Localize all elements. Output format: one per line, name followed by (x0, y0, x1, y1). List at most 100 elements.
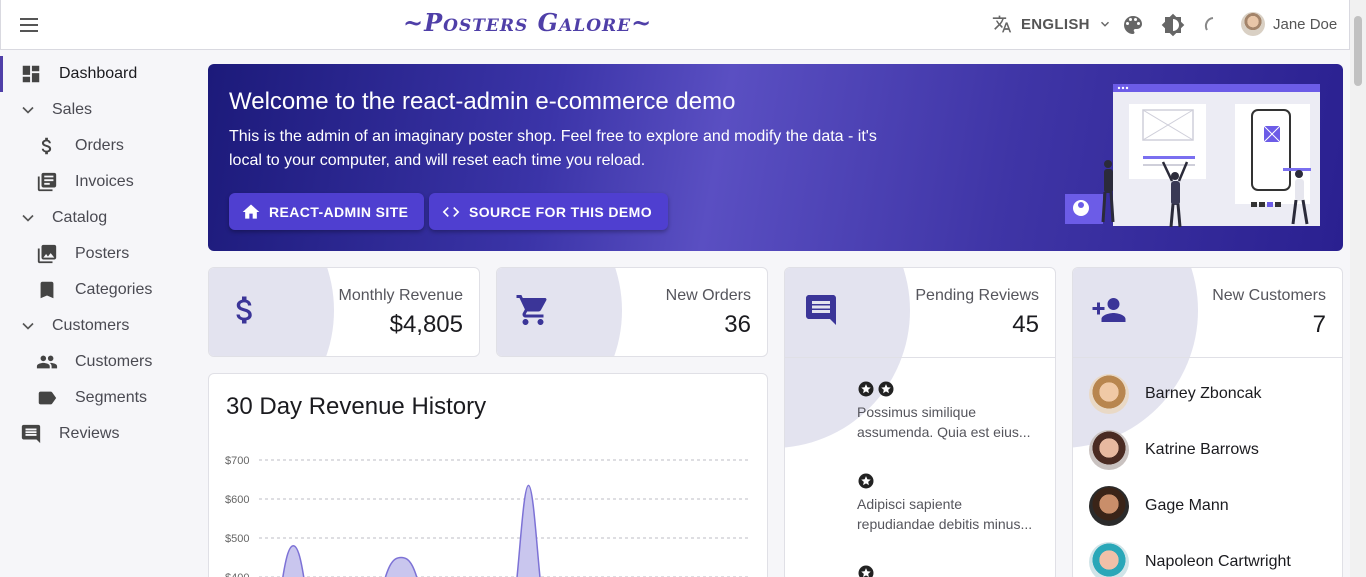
person-add-icon (1092, 298, 1126, 322)
stat-value: 36 (724, 311, 751, 338)
y-tick-label: $600 (225, 494, 249, 506)
star-icon (878, 381, 894, 397)
star-icon (858, 381, 874, 397)
react-admin-site-button[interactable]: REACT-ADMIN SITE (229, 193, 425, 230)
sidebar-item-orders[interactable]: Orders (0, 128, 192, 164)
customer-item[interactable]: Barney Zboncak (1089, 374, 1262, 414)
app-bar: ~Posters Galore~ ENGLISH Jane Doe (0, 0, 1350, 50)
review-item[interactable]: Adipisci sapiente repudiandae debitis mi… (857, 472, 1035, 534)
language-label: ENGLISH (1021, 15, 1090, 33)
stat-title: Pending Reviews (915, 287, 1039, 304)
chevron-down-icon (22, 322, 34, 330)
menu-toggle-button[interactable] (19, 15, 41, 35)
star-icon (858, 473, 874, 489)
sidebar-item-label: Categories (75, 281, 153, 298)
review-text: Possimus similique assumenda. Quia est e… (857, 404, 1031, 440)
review-item[interactable] (857, 564, 1035, 577)
scrollbar-thumb[interactable] (1354, 16, 1362, 86)
translate-icon (992, 15, 1012, 33)
loading-spinner-icon (1204, 17, 1214, 31)
avatar (1089, 486, 1129, 526)
y-tick-label: $700 (225, 455, 249, 467)
rating-stars (857, 472, 1035, 492)
avatar (1241, 12, 1265, 36)
welcome-text: This is the admin of an imaginary poster… (229, 128, 877, 169)
invoice-icon (37, 172, 57, 192)
sidebar-item-categories[interactable]: Categories (0, 272, 192, 308)
sidebar-item-label: Sales (52, 101, 93, 118)
stat-value: $4,805 (389, 311, 463, 338)
sidebar-group-sales[interactable]: Sales (0, 92, 192, 128)
customer-name: Gage Mann (1145, 497, 1229, 514)
stat-value: 7 (1312, 311, 1326, 338)
home-icon (242, 204, 260, 219)
label-icon (38, 391, 57, 405)
sidebar-item-label: Orders (75, 137, 124, 154)
stat-title: New Customers (1212, 287, 1326, 304)
shopping-cart-icon (516, 295, 547, 325)
sidebar-item-label: Dashboard (59, 65, 138, 82)
palette-icon[interactable] (1121, 13, 1145, 37)
sidebar-item-dashboard[interactable]: Dashboard (0, 56, 192, 92)
chevron-down-icon (22, 106, 34, 114)
sidebar-item-label: Invoices (75, 173, 134, 190)
dollar-icon (236, 296, 252, 324)
sidebar-group-customers[interactable]: Customers (0, 308, 192, 344)
bookmark-icon (40, 281, 54, 299)
review-text: Adipisci sapiente repudiandae debitis mi… (857, 496, 1033, 532)
area-peak (384, 556, 418, 577)
revenue-chart: $700 $600 $500 $400 (225, 455, 749, 577)
customer-name: Napoleon Cartwright (1145, 553, 1291, 570)
chart-title: 30 Day Revenue History (226, 393, 487, 420)
source-for-demo-button[interactable]: SOURCE FOR THIS DEMO (429, 193, 669, 230)
divider (1073, 357, 1342, 358)
customer-name: Katrine Barrows (1145, 441, 1259, 458)
star-icon (858, 565, 874, 577)
y-tick-label: $500 (225, 533, 249, 545)
customer-item[interactable]: Gage Mann (1089, 486, 1229, 526)
user-name: Jane Doe (1273, 15, 1338, 33)
avatar (1089, 430, 1129, 470)
sidebar-item-reviews[interactable]: Reviews (0, 416, 192, 452)
dashboard-icon (22, 65, 40, 83)
monthly-revenue-card[interactable]: Monthly Revenue $4,805 (208, 267, 480, 357)
rating-stars (857, 564, 1035, 577)
customer-item[interactable]: Katrine Barrows (1089, 430, 1259, 470)
stat-title: New Orders (665, 287, 751, 304)
sidebar-item-invoices[interactable]: Invoices (0, 164, 192, 200)
welcome-illustration (1065, 84, 1320, 228)
collections-icon (37, 244, 57, 264)
welcome-title: Welcome to the react-admin e-commerce de… (229, 88, 736, 115)
app-logo: ~Posters Galore~ (403, 8, 653, 37)
avatar (1089, 374, 1129, 414)
people-icon (36, 355, 58, 369)
brightness-icon[interactable] (1161, 13, 1185, 37)
avatar (1089, 542, 1129, 577)
chevron-down-icon (22, 214, 34, 222)
comment-icon (806, 295, 836, 325)
review-item[interactable]: Possimus similique assumenda. Quia est e… (857, 380, 1035, 442)
user-menu[interactable]: Jane Doe (1241, 12, 1337, 36)
new-customers-card: New Customers 7 Barney Zboncak Katrine B… (1072, 267, 1343, 577)
sidebar-item-label: Segments (75, 389, 148, 406)
menu-icon (20, 18, 38, 20)
sidebar-item-segments[interactable]: Segments (0, 380, 192, 416)
customer-name: Barney Zboncak (1145, 385, 1262, 402)
sidebar-item-label: Catalog (52, 209, 108, 226)
y-tick-label: $400 (225, 572, 249, 577)
area-peak (282, 545, 305, 577)
page-scrollbar[interactable] (1350, 0, 1366, 577)
new-orders-card[interactable]: New Orders 36 (496, 267, 768, 357)
sidebar-group-catalog[interactable]: Catalog (0, 200, 192, 236)
divider (785, 357, 1055, 358)
sidebar-item-customers[interactable]: Customers (0, 344, 192, 380)
code-icon (442, 206, 460, 217)
language-selector[interactable]: ENGLISH (991, 14, 1112, 34)
sidebar-item-label: Posters (75, 245, 130, 262)
welcome-banner: Welcome to the react-admin e-commerce de… (208, 64, 1343, 251)
sidebar-item-posters[interactable]: Posters (0, 236, 192, 272)
customer-item[interactable]: Napoleon Cartwright (1089, 542, 1291, 577)
button-label: SOURCE FOR THIS DEMO (469, 203, 653, 220)
dollar-icon (41, 137, 52, 155)
sidebar: Dashboard Sales Orders Invoices Catalog … (0, 56, 192, 452)
